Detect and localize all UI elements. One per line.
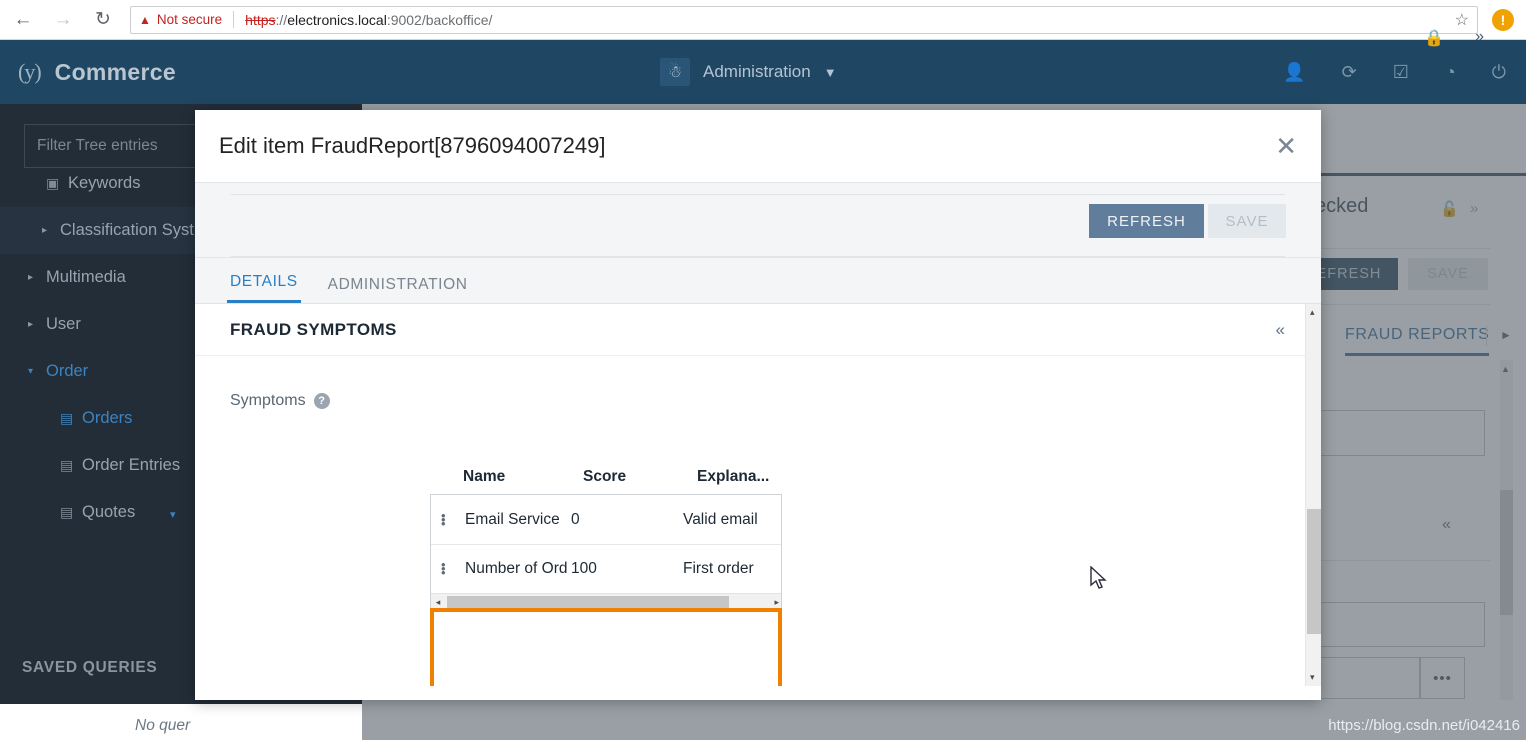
checkbox-icon[interactable]: ☑: [1393, 63, 1409, 81]
sidebar-item-label: Orders: [82, 409, 133, 427]
header-icon-group: 👤 ⟳ ☑ ◔ ⏻: [1283, 63, 1506, 81]
modal-vertical-scrollbar[interactable]: ▴ ▾: [1305, 304, 1321, 686]
document-icon: ▤: [60, 457, 74, 473]
forward-icon[interactable]: →: [46, 3, 80, 37]
symptoms-table: • • • Email Service 0 Valid email • • • Numb…: [430, 494, 782, 612]
collapse-chevron-top-icon[interactable]: »: [1475, 28, 1484, 46]
lock-icon-top[interactable]: 🔒: [1424, 28, 1444, 48]
twisty-down-icon[interactable]: ▾: [28, 366, 46, 377]
modal-title: Edit item FraudReport[8796094007249]: [219, 133, 606, 158]
browser-toolbar: ← → ↻ ▲ Not secure https://electronics.l…: [0, 0, 1526, 40]
document-icon: ▤: [60, 504, 74, 520]
twisty-right-icon[interactable]: ▸: [28, 319, 46, 330]
cell-score: 100: [571, 560, 597, 577]
twisty-right-icon[interactable]: ▸: [28, 272, 46, 283]
scroll-right-icon[interactable]: ▸: [774, 597, 779, 608]
administration-icon: ☃: [660, 58, 690, 86]
logo-mark-icon: (y): [18, 59, 42, 84]
table-horizontal-scrollbar[interactable]: ◂ ▸: [431, 593, 781, 611]
cell-score: 0: [571, 510, 580, 528]
back-icon[interactable]: ←: [6, 3, 40, 37]
url-host: electronics.local: [287, 11, 387, 28]
sidebar-item-label: Keywords: [68, 174, 141, 192]
power-icon[interactable]: ⏻: [1492, 63, 1506, 81]
screen: ← → ↻ ▲ Not secure https://electronics.l…: [0, 0, 1526, 740]
perspective-label: Administration: [703, 62, 811, 81]
sidebar-item-label: User: [46, 315, 81, 333]
fraud-symptoms-section-header: FRAUD SYMPTOMS «: [195, 304, 1321, 356]
column-header-name: Name: [463, 468, 506, 485]
cell-explanation: First order: [683, 560, 754, 577]
url-separator: ://: [275, 11, 288, 28]
user-icon[interactable]: 👤: [1283, 63, 1305, 81]
toolbar-divider-bottom: [231, 256, 1285, 257]
modal-header: Edit item FraudReport[8796094007249] ✕: [195, 110, 1321, 182]
sidebar-item-label: Classification Syst: [60, 221, 194, 239]
sidebar-item-label: Multimedia: [46, 268, 126, 286]
modal-body: FRAUD SYMPTOMS « Symptoms ? Name Score E…: [195, 304, 1321, 686]
logo-text: Commerce: [54, 58, 176, 85]
section-title: FRAUD SYMPTOMS: [230, 319, 397, 339]
collapse-section-icon[interactable]: «: [1276, 320, 1285, 340]
warning-triangle-icon: ▲: [139, 12, 151, 27]
address-bar[interactable]: ▲ Not secure https://electronics.local:9…: [130, 5, 1478, 34]
perspective-selector[interactable]: ☃ Administration ▼: [660, 58, 837, 86]
saved-queries-empty-text: No quer: [135, 717, 191, 734]
chevron-down-icon[interactable]: ▼: [824, 65, 837, 80]
reload-icon[interactable]: ↻: [86, 3, 120, 37]
clock-icon[interactable]: ◔: [1445, 63, 1456, 81]
sidebar-item-label: Order Entries: [82, 456, 181, 474]
star-icon[interactable]: ☆: [1455, 10, 1469, 30]
help-icon[interactable]: ?: [313, 393, 330, 409]
tab-details[interactable]: DETAILS: [227, 273, 301, 303]
tree-scroll-down-icon[interactable]: ▾: [170, 508, 176, 521]
toolbar-divider-top: [231, 194, 1285, 195]
scroll-left-icon[interactable]: ◂: [431, 597, 445, 608]
profile-warning-icon[interactable]: !: [1492, 8, 1514, 31]
edit-item-modal: Edit item FraudReport[8796094007249] ✕ R…: [195, 110, 1321, 700]
url-text: https://electronics.local:9002/backoffic…: [245, 12, 492, 28]
logo[interactable]: (y) Commerce: [18, 59, 176, 86]
table-row[interactable]: • • • Email Service 0 Valid email: [431, 495, 781, 544]
column-header-score: Score: [583, 468, 627, 485]
sidebar-item-label: Order: [46, 362, 89, 380]
document-icon: ▤: [60, 410, 74, 426]
keyword-icon: ▣: [46, 175, 60, 191]
modal-toolbar: REFRESH SAVE: [195, 182, 1321, 258]
history-icon[interactable]: ⟳: [1342, 63, 1357, 81]
horizontal-scrollbar-thumb[interactable]: [447, 595, 729, 610]
saved-queries-title: SAVED QUERIES: [22, 659, 158, 676]
security-indicator[interactable]: ▲ Not secure: [139, 12, 222, 27]
omnibox-divider: [233, 11, 235, 28]
filter-tree-placeholder: Filter Tree entries: [37, 137, 158, 154]
symptoms-table-header: Name Score Explana...: [430, 460, 826, 494]
refresh-button[interactable]: REFRESH: [1089, 204, 1204, 238]
url-path: :9002/backoffice/: [386, 11, 493, 28]
row-menu-icon[interactable]: • • •: [441, 558, 465, 579]
mouse-cursor: [1090, 566, 1107, 589]
field-label-text: Symptoms: [230, 392, 306, 409]
cell-explanation: Valid email: [683, 510, 758, 528]
modal-tabs: DETAILS ADMINISTRATION: [195, 258, 1321, 304]
twisty-right-icon[interactable]: ▸: [42, 225, 60, 236]
column-header-explanation: Explana...: [697, 468, 770, 485]
security-label: Not secure: [156, 12, 223, 27]
close-icon[interactable]: ✕: [1275, 133, 1297, 159]
cell-name: Number of Ord: [465, 560, 568, 577]
scroll-up-icon[interactable]: ▴: [1310, 307, 1315, 318]
scroll-down-icon[interactable]: ▾: [1310, 672, 1315, 683]
save-button: SAVE: [1208, 204, 1286, 238]
app-header: (y) Commerce ☃ Administration ▼ 👤 ⟳ ☑ ◔ …: [0, 40, 1526, 104]
table-row[interactable]: • • • Number of Ord 100 First order: [431, 544, 781, 593]
highlight-annotation: [430, 608, 782, 686]
row-menu-icon[interactable]: • • •: [441, 509, 465, 530]
tab-administration[interactable]: ADMINISTRATION: [325, 276, 471, 303]
cell-name: Email Service: [465, 510, 560, 528]
sidebar-item-label: Quotes: [82, 503, 136, 521]
modal-scrollbar-thumb[interactable]: [1307, 509, 1321, 634]
watermark: https://blog.csdn.net/i042416: [1328, 717, 1520, 734]
symptoms-field-label: Symptoms ?: [230, 392, 1321, 410]
symptoms-table-wrapper: Name Score Explana... • • • Email Service …: [430, 460, 826, 686]
url-scheme: https: [245, 11, 276, 28]
